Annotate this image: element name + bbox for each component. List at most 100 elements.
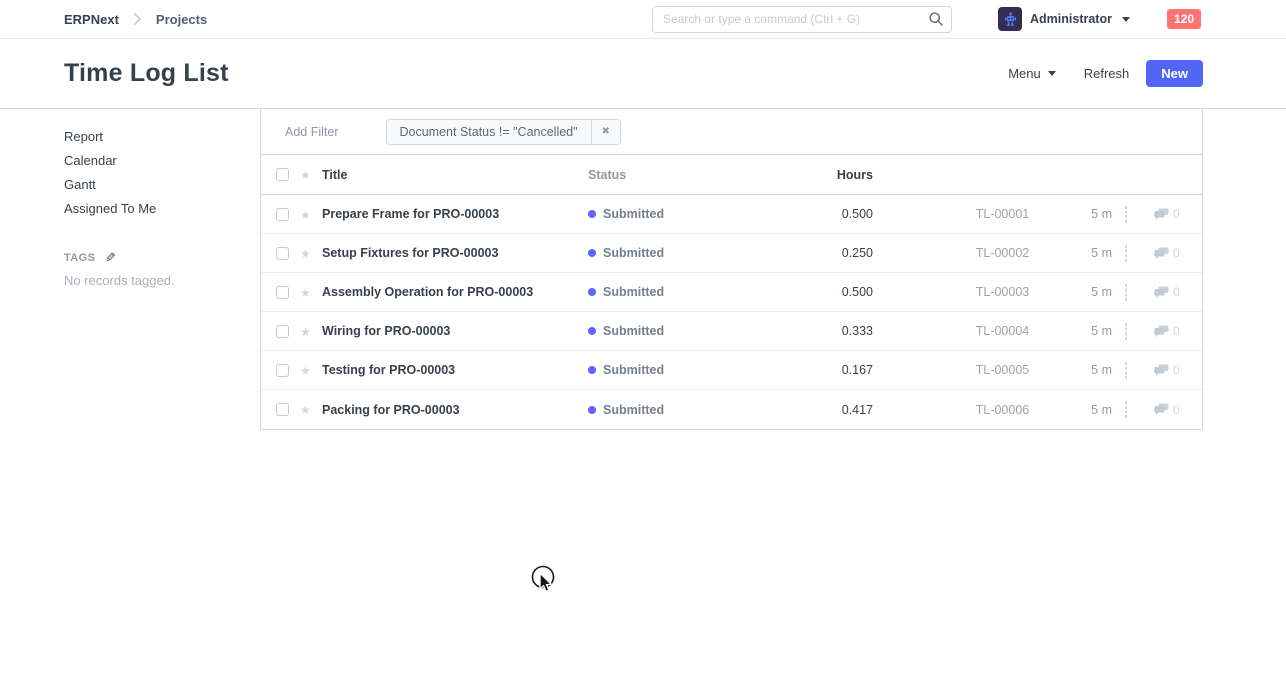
row-id-link[interactable]: TL-00001 xyxy=(873,207,1062,221)
row-checkbox[interactable] xyxy=(276,286,289,299)
status-dot-icon xyxy=(588,288,596,296)
comment-count: 0 xyxy=(1173,403,1180,417)
new-button[interactable]: New xyxy=(1146,60,1203,87)
refresh-button[interactable]: Refresh xyxy=(1084,66,1130,81)
row-id-link[interactable]: TL-00002 xyxy=(873,246,1062,260)
assign-placeholder[interactable] xyxy=(1125,401,1127,418)
row-comments[interactable]: 0 xyxy=(1154,324,1190,338)
table-row[interactable]: ★ Prepare Frame for PRO-00003 Submitted … xyxy=(261,195,1202,234)
star-icon[interactable]: ★ xyxy=(300,286,311,300)
sidebar-item[interactable]: Calendar xyxy=(64,149,244,173)
row-title-link[interactable]: Packing for PRO-00003 xyxy=(322,403,588,417)
assign-placeholder[interactable] xyxy=(1125,323,1127,340)
status-dot-icon xyxy=(588,366,596,374)
row-hours: 0.167 xyxy=(738,363,873,377)
row-comments[interactable]: 0 xyxy=(1154,403,1190,417)
table-row[interactable]: ★ Setup Fixtures for PRO-00003 Submitted… xyxy=(261,234,1202,273)
assign-placeholder[interactable] xyxy=(1125,245,1127,262)
comment-count: 0 xyxy=(1173,324,1180,338)
row-title-link[interactable]: Setup Fixtures for PRO-00003 xyxy=(322,246,588,260)
sidebar-item[interactable]: Report xyxy=(64,125,244,149)
select-all-checkbox[interactable] xyxy=(276,168,289,181)
row-modified-time: 5 m xyxy=(1062,285,1112,299)
row-comments[interactable]: 0 xyxy=(1154,363,1190,377)
user-menu[interactable]: Administrator xyxy=(998,7,1130,31)
comment-icon xyxy=(1154,364,1169,377)
row-comments[interactable]: 0 xyxy=(1154,246,1190,260)
menu-button-label: Menu xyxy=(1008,66,1041,81)
list-sidebar: ReportCalendarGanttAssigned To Me TAGS ✎… xyxy=(64,125,244,288)
status-label: Submitted xyxy=(603,324,664,338)
row-modified-time: 5 m xyxy=(1062,363,1112,377)
table-row[interactable]: ★ Packing for PRO-00003 Submitted 0.417 … xyxy=(261,390,1202,429)
sidebar-item[interactable]: Gantt xyxy=(64,173,244,197)
star-icon[interactable]: ★ xyxy=(300,325,311,339)
row-status: Submitted xyxy=(588,285,738,299)
row-title-link[interactable]: Wiring for PRO-00003 xyxy=(322,324,588,338)
remove-filter-icon[interactable]: ✖ xyxy=(592,120,620,144)
tags-section-head: TAGS ✎ xyxy=(64,251,244,264)
row-checkbox[interactable] xyxy=(276,247,289,260)
comment-icon xyxy=(1154,403,1169,416)
layout: ReportCalendarGanttAssigned To Me TAGS ✎… xyxy=(0,109,1286,684)
assign-placeholder[interactable] xyxy=(1125,206,1127,223)
star-icon[interactable]: ★ xyxy=(300,403,311,417)
row-checkbox[interactable] xyxy=(276,208,289,221)
column-header-status: Status xyxy=(588,168,738,182)
page-title: Time Log List xyxy=(64,59,229,88)
tags-empty-text: No records tagged. xyxy=(64,273,244,288)
row-comments[interactable]: 0 xyxy=(1154,207,1190,221)
star-icon[interactable]: ★ xyxy=(300,364,311,378)
row-id-link[interactable]: TL-00005 xyxy=(873,363,1062,377)
table-row[interactable]: ★ Testing for PRO-00003 Submitted 0.167 … xyxy=(261,351,1202,390)
row-status: Submitted xyxy=(588,403,738,417)
assign-placeholder[interactable] xyxy=(1125,362,1127,379)
status-label: Submitted xyxy=(603,363,664,377)
row-id-link[interactable]: TL-00006 xyxy=(873,403,1062,417)
status-dot-icon xyxy=(588,210,596,218)
status-dot-icon xyxy=(588,406,596,414)
comment-icon xyxy=(1154,247,1169,260)
search-icon[interactable] xyxy=(928,11,944,30)
top-navbar: ERPNext Projects Administr xyxy=(0,0,1286,39)
row-checkbox[interactable] xyxy=(276,325,289,338)
row-comments[interactable]: 0 xyxy=(1154,285,1190,299)
sidebar-item[interactable]: Assigned To Me xyxy=(64,197,244,221)
list-header-row: ★ Title Status Hours xyxy=(261,155,1202,195)
chevron-down-icon xyxy=(1048,71,1056,76)
comment-count: 0 xyxy=(1173,363,1180,377)
row-checkbox[interactable] xyxy=(276,403,289,416)
star-icon[interactable]: ★ xyxy=(300,168,311,182)
row-status: Submitted xyxy=(588,246,738,260)
edit-tags-pencil-icon[interactable]: ✎ xyxy=(105,251,116,264)
row-title-link[interactable]: Assembly Operation for PRO-00003 xyxy=(322,285,588,299)
add-filter-button[interactable]: Add Filter xyxy=(285,125,339,139)
row-status: Submitted xyxy=(588,363,738,377)
row-title-link[interactable]: Prepare Frame for PRO-00003 xyxy=(322,207,588,221)
robot-icon xyxy=(1002,11,1019,28)
filter-chip-label[interactable]: Document Status != "Cancelled" xyxy=(387,120,592,144)
row-hours: 0.417 xyxy=(738,403,873,417)
menu-button[interactable]: Menu xyxy=(1008,66,1056,81)
page-head: Time Log List Menu Refresh New xyxy=(0,39,1286,109)
status-label: Submitted xyxy=(603,246,664,260)
notifications-badge[interactable]: 120 xyxy=(1167,9,1201,29)
row-id-link[interactable]: TL-00004 xyxy=(873,324,1062,338)
column-header-title: Title xyxy=(322,168,588,182)
breadcrumb-projects[interactable]: Projects xyxy=(156,12,207,27)
comment-icon xyxy=(1154,325,1169,338)
tags-heading: TAGS xyxy=(64,252,95,264)
row-id-link[interactable]: TL-00003 xyxy=(873,285,1062,299)
assign-placeholder[interactable] xyxy=(1125,284,1127,301)
row-checkbox[interactable] xyxy=(276,364,289,377)
search-input[interactable] xyxy=(652,6,952,33)
star-icon[interactable]: ★ xyxy=(300,208,311,222)
global-search xyxy=(652,6,952,33)
filter-area: Add Filter Document Status != "Cancelled… xyxy=(261,109,1202,155)
table-row[interactable]: ★ Wiring for PRO-00003 Submitted 0.333 T… xyxy=(261,312,1202,351)
row-title-link[interactable]: Testing for PRO-00003 xyxy=(322,363,588,377)
table-row[interactable]: ★ Assembly Operation for PRO-00003 Submi… xyxy=(261,273,1202,312)
brand-link[interactable]: ERPNext xyxy=(64,12,119,27)
row-hours: 0.250 xyxy=(738,246,873,260)
star-icon[interactable]: ★ xyxy=(300,247,311,261)
